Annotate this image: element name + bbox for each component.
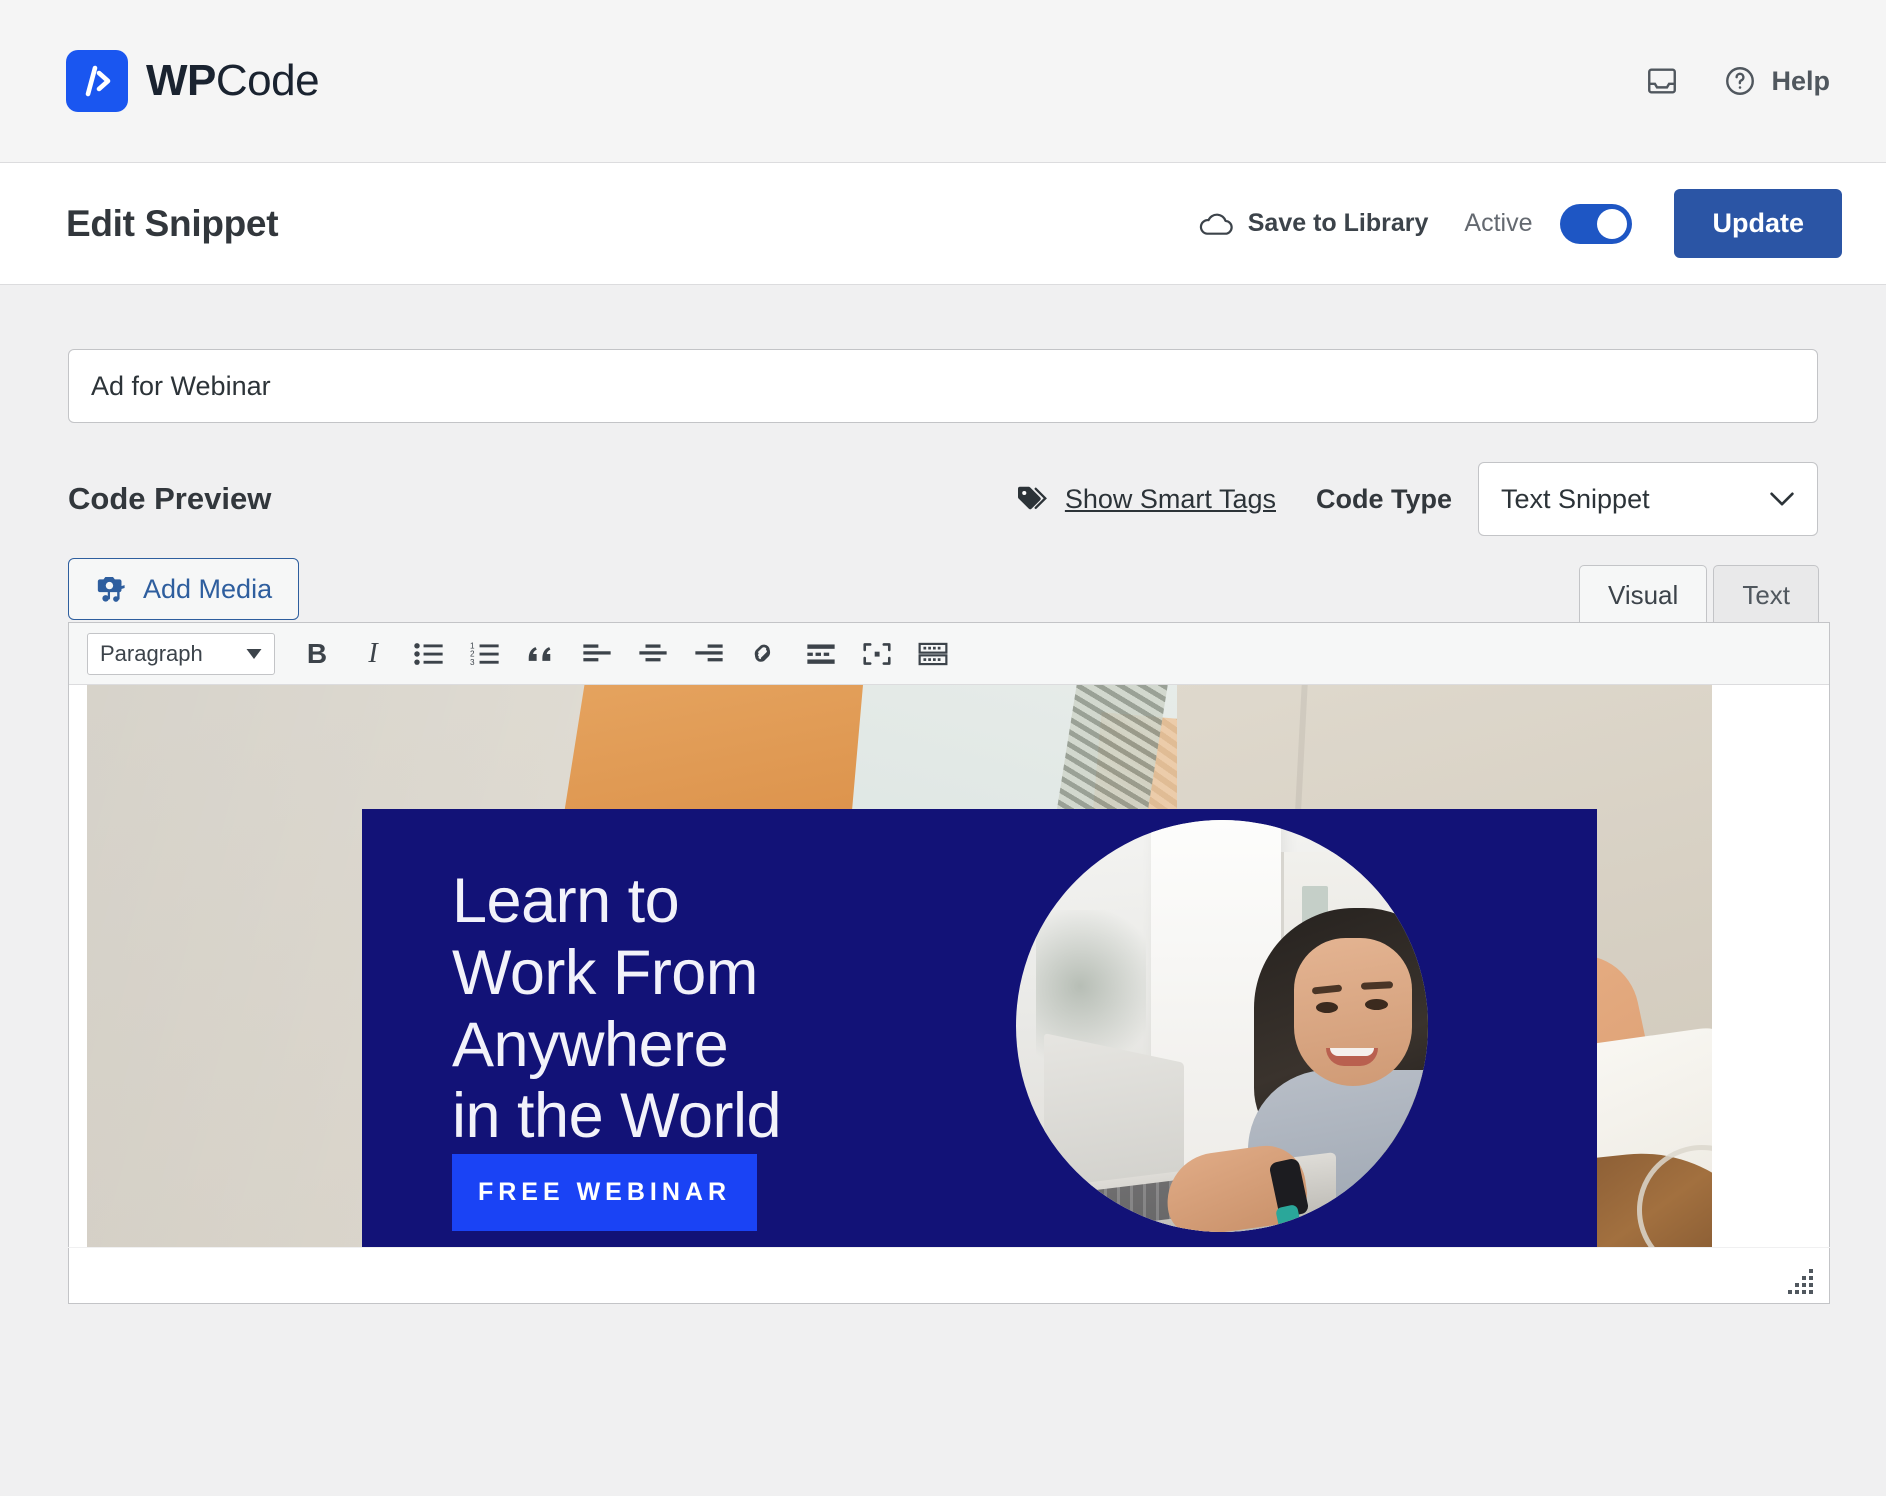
editor-toolbar: Paragraph B I 1 2 3 [69,623,1829,685]
bulleted-list-icon[interactable] [401,630,457,678]
portrait-eye-right [1365,999,1388,1010]
code-type-select[interactable]: Text Snippet [1478,462,1818,536]
paragraph-format-value: Paragraph [100,640,203,666]
insert-link-icon[interactable] [737,630,793,678]
blockquote-icon[interactable] [513,630,569,678]
code-preview-label: Code Preview [68,481,272,516]
tab-text[interactable]: Text [1713,565,1819,625]
tag-icon [1017,486,1047,510]
portrait-teeth [1330,1048,1374,1056]
brand-wordmark: WPCode [146,56,320,106]
chevron-down-icon [1770,492,1794,506]
align-left-icon[interactable] [569,630,625,678]
svg-text:3: 3 [470,657,475,666]
visual-editor: Paragraph B I 1 2 3 Learn to Work From A… [68,622,1830,1247]
ad-headline: Learn to Work From Anywhere in the World [452,866,782,1152]
editor-resize-handle[interactable] [1787,1269,1813,1295]
snippet-banner-image[interactable]: Learn to Work From Anywhere in the World… [87,685,1712,1247]
editor-mode-tabs: Visual Text [1578,565,1819,625]
editor-content-area[interactable]: Learn to Work From Anywhere in the World… [69,685,1829,1247]
webinar-ad-panel: Learn to Work From Anywhere in the World… [362,809,1597,1247]
paragraph-format-select[interactable]: Paragraph [87,632,275,675]
page-title: Edit Snippet [66,202,279,244]
update-button[interactable]: Update [1674,189,1842,258]
save-to-library-button[interactable]: Save to Library [1198,209,1429,238]
help-label: Help [1771,65,1830,96]
fullscreen-icon[interactable] [849,630,905,678]
bold-icon[interactable]: B [289,630,345,678]
code-type-label: Code Type [1315,483,1452,514]
brand-wordmark-bold: WP [146,56,216,105]
ad-portrait-photo [1016,820,1428,1232]
inbox-icon[interactable] [1645,64,1679,98]
wpcode-logo[interactable]: WPCode [66,50,320,112]
header-actions: Help [1645,64,1830,98]
wpcode-mark-icon [66,50,128,112]
toggle-knob [1597,208,1628,239]
code-type-value: Text Snippet [1501,483,1650,514]
numbered-list-icon[interactable]: 1 2 3 [457,630,513,678]
snippet-action-bar: Edit Snippet Save to Library Active Upda… [0,163,1886,285]
save-to-library-label: Save to Library [1247,209,1429,237]
code-preview-controls: Show Smart Tags Code Type Text Snippet [1015,462,1818,536]
ad-cta-button[interactable]: FREE WEBINAR [452,1154,757,1231]
tab-visual[interactable]: Visual [1578,565,1708,625]
editor-status-bar [68,1248,1830,1304]
snippet-editor-body: Code Preview Show Smart Tags Code Type T… [0,285,1886,1496]
wpcode-edit-snippet-screen: WPCode Help Edit Snippet Save to Library… [0,0,1886,1496]
add-media-button[interactable]: Add Media [68,558,300,620]
snippet-title-input[interactable] [68,349,1818,423]
add-media-label: Add Media [143,573,273,604]
code-preview-row: Code Preview Show Smart Tags Code Type T… [68,461,1818,537]
code-slash-arrow-icon [85,65,111,97]
brand-wordmark-light: Code [215,56,320,105]
italic-icon[interactable]: I [345,630,401,678]
caret-down-icon [246,648,262,659]
portrait-eye-left [1316,1002,1338,1013]
snippet-active-toggle[interactable] [1560,203,1633,244]
question-circle-icon [1726,67,1755,95]
read-more-icon[interactable] [793,630,849,678]
status-badge: Active [1464,209,1533,237]
align-right-icon[interactable] [681,630,737,678]
align-center-icon[interactable] [625,630,681,678]
show-smart-tags-button[interactable]: Show Smart Tags [1015,484,1276,515]
toolbar-toggle-icon[interactable] [905,630,961,678]
show-smart-tags-label: Show Smart Tags [1064,483,1276,514]
help-button[interactable]: Help [1723,64,1830,98]
snippet-actions: Save to Library Active Update [1198,189,1842,258]
ad-cta-label: FREE WEBINAR [477,1178,732,1206]
cloud-icon [1199,213,1233,235]
app-header: WPCode Help [0,0,1886,163]
media-camera-note-icon [97,576,125,602]
